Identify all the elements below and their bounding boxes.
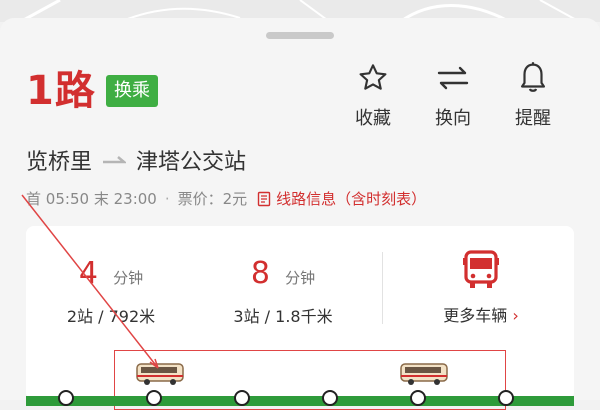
bus-position-icon[interactable]	[136, 362, 184, 386]
destination-stop: 津塔公交站	[136, 150, 247, 175]
arrival-minutes: 4	[78, 256, 98, 291]
route-detail-sheet: 1路 换乘 收藏 换向 提醒 览桥里 津塔公交站 首 05:50 末 23:00…	[0, 18, 600, 410]
arrival-card: 4 分钟 2站 / 792米 8 分钟 3站 / 1.8千米 更多车辆 ›	[26, 226, 574, 410]
separator-dot: ·	[164, 189, 170, 208]
favorite-label: 收藏	[355, 108, 391, 129]
swap-icon	[423, 58, 483, 98]
direction-arrow-icon	[103, 156, 127, 164]
last-bus-label: 末	[93, 190, 109, 208]
chevron-right-icon: ›	[512, 306, 519, 325]
first-bus-label: 首	[26, 190, 42, 208]
arrival-unit: 分钟	[285, 269, 316, 287]
route-name: 1路	[26, 68, 96, 114]
last-bus-time: 23:00	[113, 189, 157, 208]
reminder-button[interactable]: 提醒	[503, 58, 563, 130]
more-vehicles-label: 更多车辆	[443, 306, 508, 325]
route-line-track	[26, 396, 574, 406]
stop-marker[interactable]	[146, 390, 162, 406]
reverse-direction-button[interactable]: 换向	[423, 58, 483, 130]
route-info-link[interactable]: 线路信息（含时刻表）	[257, 188, 426, 209]
arrival-unit: 分钟	[113, 269, 144, 287]
origin-stop: 览桥里	[26, 150, 93, 175]
arrival-minutes: 8	[250, 256, 270, 291]
star-icon	[343, 58, 403, 98]
service-info: 首 05:50 末 23:00 · 票价：2元 线路信息（含时刻表）	[26, 188, 426, 209]
arrival-detail: 2站 / 792米	[66, 307, 156, 326]
arrival-item[interactable]: 4 分钟 2站 / 792米	[26, 256, 196, 327]
drag-handle[interactable]	[266, 32, 334, 39]
transfer-button[interactable]: 换乘	[106, 75, 158, 107]
stop-marker[interactable]	[498, 390, 514, 406]
favorite-button[interactable]: 收藏	[343, 58, 403, 130]
reverse-label: 换向	[435, 108, 471, 129]
stop-marker[interactable]	[234, 390, 250, 406]
bell-icon	[503, 58, 563, 98]
direction-row: 览桥里 津塔公交站	[26, 144, 246, 176]
arrival-detail: 3站 / 1.8千米	[233, 307, 333, 326]
bus-position-icon[interactable]	[400, 362, 448, 386]
fare: 票价：2元	[177, 190, 248, 208]
arrival-item[interactable]: 8 分钟 3站 / 1.8千米	[198, 256, 368, 327]
reminder-label: 提醒	[515, 108, 551, 129]
more-vehicles-button[interactable]: 更多车辆 ›	[406, 250, 556, 326]
stop-marker[interactable]	[58, 390, 74, 406]
divider	[382, 252, 383, 324]
route-info-label: 线路信息（含时刻表）	[276, 190, 427, 208]
bus-icon	[463, 250, 499, 288]
first-bus-time: 05:50	[45, 189, 90, 208]
document-icon	[257, 191, 271, 206]
stop-marker[interactable]	[410, 390, 426, 406]
stop-marker[interactable]	[322, 390, 338, 406]
